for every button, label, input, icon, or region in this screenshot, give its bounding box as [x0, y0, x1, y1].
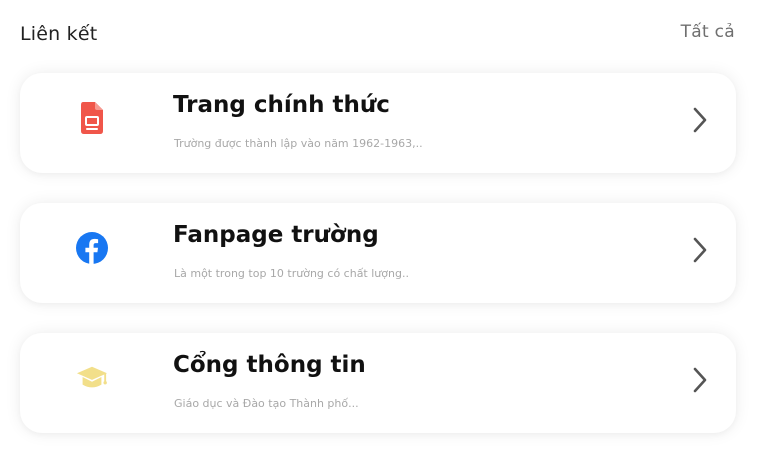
document-icon [76, 101, 108, 135]
link-card-official-site[interactable]: Trang chính thức Trường được thành lập v… [20, 73, 736, 173]
chevron-right-icon [693, 107, 707, 133]
graduation-cap-icon [76, 361, 108, 395]
chevron-right-icon [693, 237, 707, 263]
section-title: Liên kết [20, 22, 98, 45]
facebook-icon [76, 231, 108, 265]
link-card-fanpage[interactable]: Fanpage trường Là một trong top 10 trườn… [20, 203, 736, 303]
see-all-link[interactable]: Tất cả [681, 22, 735, 42]
link-card-title: Cổng thông tin [173, 352, 366, 378]
link-card-title: Fanpage trường [173, 222, 379, 248]
link-card-description: Giáo dục và Đào tạo Thành phố... [174, 397, 359, 410]
section-header: Liên kết Tất cả [20, 18, 735, 46]
link-card-description: Là một trong top 10 trường có chất lượng… [174, 267, 409, 280]
link-card-description: Trường được thành lập vào năm 1962-1963,… [174, 137, 423, 150]
link-card-portal[interactable]: Cổng thông tin Giáo dục và Đào tạo Thành… [20, 333, 736, 433]
link-card-title: Trang chính thức [173, 92, 390, 118]
links-section: Liên kết Tất cả Trang chính thức Trường … [0, 0, 773, 465]
chevron-right-icon [693, 367, 707, 393]
